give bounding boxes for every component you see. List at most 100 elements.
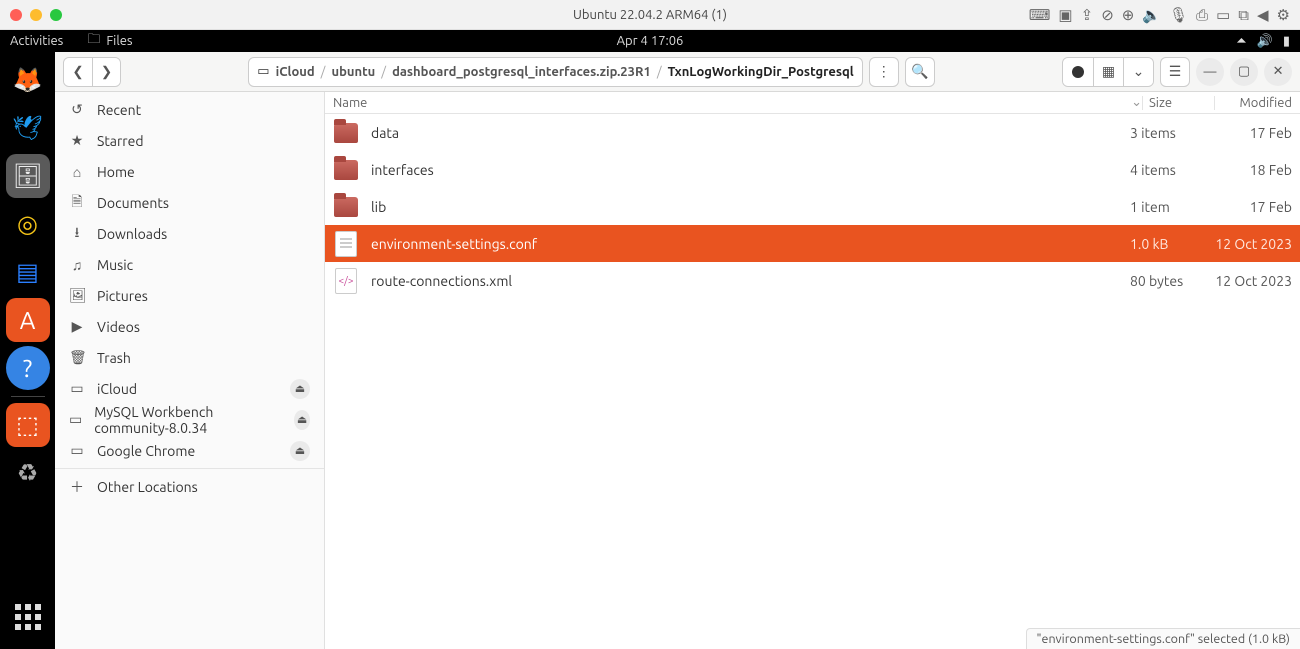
block-icon[interactable]: ⊘ — [1101, 6, 1114, 24]
breadcrumb-seg-0[interactable]: iCloud — [276, 65, 315, 79]
files-content: Name⌄ Size Modified data 3 items 17 Feb int… — [325, 92, 1300, 649]
breadcrumb-seg-1[interactable]: ubuntu — [331, 65, 375, 79]
icon-view-button[interactable]: ▦ — [1093, 58, 1123, 86]
sidebar-item-starred[interactable]: ★Starred — [55, 125, 324, 156]
files-window: ❮ ❯ ▭ iCloud / ubuntu / dashboard_postgr… — [55, 52, 1300, 649]
picture-icon[interactable]: ⧉ — [1238, 6, 1249, 24]
dock-files[interactable]: 🗄 — [6, 154, 50, 198]
eject-button[interactable]: ⏏ — [290, 441, 310, 461]
recent-icon: ↺ — [69, 101, 85, 118]
gnome-clock[interactable]: Apr 4 17:06 — [0, 34, 1300, 48]
videos-icon: ▶ — [69, 318, 85, 335]
files-list: data3 items17 Febinterfaces4 items18 Feb… — [325, 114, 1300, 649]
mac-menu-extras: ⌨ ▣ ⇪ ⊘ ⊕ 🔈 🎙 ⎙ ▭ ⧉ ◀ ⚙ — [1029, 6, 1290, 24]
sidebar-item-pictures[interactable]: 🖼Pictures — [55, 280, 324, 311]
zoom-indicator[interactable] — [1063, 58, 1093, 86]
window-close-button[interactable]: ✕ — [1264, 58, 1292, 86]
file-name: data — [371, 125, 1118, 141]
mac-titlebar: Ubuntu 22.04.2 ARM64 (1) ⌨ ▣ ⇪ ⊘ ⊕ 🔈 🎙 ⎙… — [0, 0, 1300, 30]
dock-rhythmbox[interactable]: ◎ — [6, 202, 50, 246]
file-size: 4 items — [1130, 162, 1202, 178]
globe-icon[interactable]: ⊕ — [1122, 6, 1135, 24]
files-sidebar: ↺Recent ★Starred ⌂Home 🗎Documents ⭳Downl… — [55, 92, 325, 649]
file-row[interactable]: data 3 items 17 Feb — [325, 114, 1300, 151]
download-icon: ⭳ — [69, 222, 85, 246]
breadcrumb-seg-3[interactable]: TxnLogWorkingDir_Postgresql — [668, 65, 854, 79]
file-row[interactable]: interfaces4 items18 Feb — [325, 151, 1300, 188]
file-modified: 12 Oct 2023 — [1214, 273, 1292, 289]
dock-firefox[interactable]: 🦊 — [6, 58, 50, 102]
eject-button[interactable]: ⏏ — [294, 410, 310, 430]
file-modified: 17 Feb — [1214, 199, 1292, 215]
forward-button[interactable]: ❯ — [92, 58, 120, 86]
trash-icon: 🗑 — [69, 349, 85, 366]
window-minimize-button[interactable]: — — [1196, 58, 1224, 86]
file-row[interactable]: </>route-connections.xml80 bytes12 Oct 2… — [325, 262, 1300, 299]
file-name: interfaces — [371, 162, 1118, 178]
sidebar-item-trash[interactable]: 🗑Trash — [55, 342, 324, 373]
window-maximize-button[interactable]: ▢ — [1230, 58, 1258, 86]
file-name: lib — [371, 199, 1118, 215]
back-icon[interactable]: ◀ — [1257, 6, 1269, 24]
sidebar-item-other-locations[interactable]: ＋Other Locations — [55, 471, 324, 502]
file-size: 80 bytes — [1130, 273, 1202, 289]
pictures-icon: 🖼 — [69, 287, 85, 304]
file-modified: 12 Oct 2023 — [1214, 236, 1292, 252]
sidebar-item-mysql[interactable]: ▭MySQL Workbench community-8.0.34⏏ — [55, 404, 324, 435]
dock-libreoffice[interactable]: ▤ — [6, 250, 50, 294]
back-button[interactable]: ❮ — [64, 58, 92, 86]
home-icon: ⌂ — [69, 164, 85, 180]
gnome-top-bar: Activities 🗀 Files Apr 4 17:06 ⏶ 🔊 ▮ — [0, 30, 1300, 52]
eject-button[interactable]: ⏏ — [290, 379, 310, 399]
more-menu-button[interactable]: ⋮ — [869, 57, 899, 87]
drive-icon: ▭ — [69, 411, 82, 428]
view-controls: ▦ ⌄ — [1062, 57, 1154, 87]
column-size[interactable]: Size — [1142, 96, 1214, 110]
hamburger-menu-button[interactable]: ☰ — [1160, 57, 1190, 87]
view-options-dropdown[interactable]: ⌄ — [1123, 58, 1153, 86]
file-modified: 17 Feb — [1214, 125, 1292, 141]
dock-show-apps[interactable] — [6, 595, 50, 639]
search-button[interactable]: 🔍 — [905, 57, 935, 87]
keyboard-icon[interactable]: ⌨ — [1029, 6, 1051, 24]
drive-icon: ▭ — [257, 64, 269, 79]
documents-icon: 🗎 — [69, 191, 85, 215]
plus-icon: ＋ — [69, 477, 85, 497]
sidebar-item-documents[interactable]: 🗎Documents — [55, 187, 324, 218]
breadcrumb-seg-2[interactable]: dashboard_postgresql_interfaces.zip.23R1 — [392, 65, 651, 79]
sidebar-item-downloads[interactable]: ⭳Downloads — [55, 218, 324, 249]
camera-icon[interactable]: ▭ — [1216, 6, 1230, 24]
dock-mounted-drive[interactable]: ⬚ — [6, 403, 50, 447]
ubuntu-dock: 🦊 🕊 🗄 ◎ ▤ A ? ⬚ ♻ — [0, 52, 55, 649]
column-name[interactable]: Name⌄ — [333, 95, 1142, 110]
dock-help[interactable]: ? — [6, 346, 50, 390]
column-modified[interactable]: Modified — [1214, 96, 1292, 110]
folder-icon — [334, 160, 358, 180]
file-size: 1 item — [1130, 199, 1202, 215]
file-row[interactable]: lib 1 item 17 Feb — [325, 188, 1300, 225]
drive-icon: ▭ — [69, 442, 85, 459]
dock-thunderbird[interactable]: 🕊 — [6, 106, 50, 150]
sidebar-item-home[interactable]: ⌂Home — [55, 156, 324, 187]
file-row[interactable]: environment-settings.conf 1.0 kB 12 Oct 20… — [325, 225, 1300, 262]
clipboard-icon[interactable]: ▣ — [1058, 6, 1072, 24]
volume-icon[interactable]: 🔈 — [1142, 6, 1161, 24]
lock-icon[interactable]: ⇪ — [1081, 6, 1094, 24]
folder-icon — [334, 197, 358, 217]
file-size: 3 items — [1130, 125, 1202, 141]
sidebar-item-videos[interactable]: ▶Videos — [55, 311, 324, 342]
mic-icon[interactable]: 🎙 — [1169, 6, 1188, 24]
sidebar-item-recent[interactable]: ↺Recent — [55, 94, 324, 125]
dock-software[interactable]: A — [6, 298, 50, 342]
sort-indicator-icon: ⌄ — [1131, 95, 1142, 110]
file-size: 1.0 kB — [1130, 236, 1202, 252]
file-name: environment-settings.conf — [371, 236, 1118, 252]
dock-trash[interactable]: ♻ — [6, 451, 50, 495]
folder-icon — [334, 123, 358, 143]
settings-icon[interactable]: ⚙ — [1277, 6, 1290, 24]
sidebar-item-icloud[interactable]: ▭iCloud⏏ — [55, 373, 324, 404]
breadcrumb: ▭ iCloud / ubuntu / dashboard_postgresql… — [248, 57, 862, 87]
sidebar-item-music[interactable]: ♫Music — [55, 249, 324, 280]
sidebar-item-chrome[interactable]: ▭Google Chrome⏏ — [55, 435, 324, 466]
printer-icon[interactable]: ⎙ — [1196, 6, 1208, 24]
